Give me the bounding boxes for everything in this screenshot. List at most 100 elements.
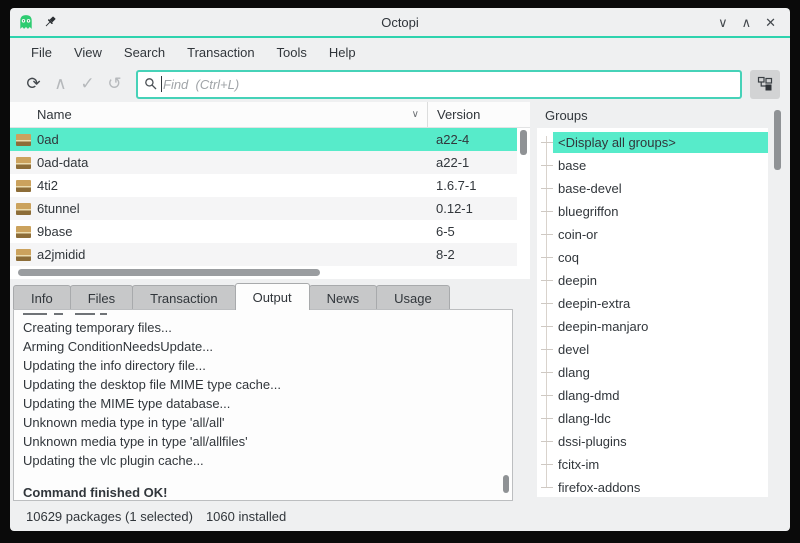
package-table: Name ∨ Version 0ad a22-4 0ad-data a22-1 … [10,102,530,279]
package-name: 0ad-data [37,155,89,170]
menu-help[interactable]: Help [318,41,367,64]
tab-news[interactable]: News [308,285,378,310]
output-line: Unknown media type in type 'all/allfiles… [23,434,248,449]
groups-vertical-scrollbar-thumb[interactable] [774,110,781,170]
output-pane[interactable]: Creating temporary files... Arming Condi… [13,309,513,501]
menubar: File View Search Transaction Tools Help [10,38,790,66]
list-item[interactable]: fcitx-im [537,453,768,476]
output-vertical-scrollbar-thumb[interactable] [503,475,509,493]
output-line: Unknown media type in type 'all/all' [23,415,225,430]
minimize-icon[interactable]: ∨ [718,16,728,29]
package-name: 4ti2 [37,178,58,193]
group-label: bluegriffon [558,204,619,219]
output-blank-line [23,470,503,483]
tree-branch-icon [541,372,553,373]
tab-output[interactable]: Output [234,283,310,310]
tab-files[interactable]: Files [69,285,134,310]
output-line: Arming ConditionNeedsUpdate... [23,339,214,354]
menu-search[interactable]: Search [113,41,176,64]
list-item[interactable]: <Display all groups> [537,131,768,154]
tree-branch-icon [541,395,553,396]
table-row[interactable]: 4ti2 1.6.7-1 [10,174,517,197]
panel-splitter[interactable] [530,102,537,501]
output-line: Creating temporary files... [23,320,172,335]
system-upgrade-icon[interactable]: ∧ [47,71,74,98]
screen-background: Octopi ∨ ∧ ✕ File View Search Transactio… [0,0,800,543]
table-row[interactable]: 9base 6-5 [10,220,517,243]
menu-transaction[interactable]: Transaction [176,41,265,64]
groups-panel: Groups <Display all groups> base base-de… [537,102,790,501]
package-icon [10,156,37,169]
group-view-icon [757,76,773,91]
scrollbar-thumb[interactable] [18,269,320,276]
list-item[interactable]: deepin-manjaro [537,315,768,338]
tree-branch-icon [541,257,553,258]
table-row[interactable]: 0ad-data a22-1 [10,151,517,174]
output-line: Updating the vlc plugin cache... [23,453,204,468]
list-item[interactable]: dssi-plugins [537,430,768,453]
package-icon [10,248,37,261]
menu-file[interactable]: File [20,41,63,64]
version-column-label: Version [437,107,481,122]
table-row[interactable]: 6tunnel 0.12-1 [10,197,517,220]
name-column-header[interactable]: Name ∨ [37,102,427,127]
tab-usage[interactable]: Usage [376,285,450,310]
list-item[interactable]: devel [537,338,768,361]
list-item[interactable]: deepin [537,269,768,292]
package-version: a22-1 [436,155,470,170]
tree-branch-icon [541,487,553,488]
list-item[interactable]: dlang-ldc [537,407,768,430]
tree-branch-icon [541,349,553,350]
list-item[interactable]: dlang-dmd [537,384,768,407]
tab-info[interactable]: Info [13,285,71,310]
group-label: <Display all groups> [553,132,768,153]
list-item[interactable]: deepin-extra [537,292,768,315]
tree-branch-icon [541,188,553,189]
search-input[interactable] [163,76,734,92]
group-label: coq [558,250,579,265]
menu-tools[interactable]: Tools [266,41,318,64]
package-table-header: Name ∨ Version [10,102,530,128]
tab-transaction[interactable]: Transaction [132,285,236,310]
group-label: base [558,158,587,173]
table-row[interactable]: a2jmidid 8-2 [10,243,517,266]
list-item[interactable]: base [537,154,768,177]
maximize-icon[interactable]: ∧ [742,16,752,29]
table-vertical-scrollbar-thumb[interactable] [520,130,527,155]
output-final-line: Command finished OK! [23,485,168,500]
octopi-window: Octopi ∨ ∧ ✕ File View Search Transactio… [10,8,790,531]
package-name: 9base [37,224,73,239]
package-version: a22-4 [436,132,470,147]
detail-tabbar: Info Files Transaction Output News Usage [10,279,530,310]
main-area: Name ∨ Version 0ad a22-4 0ad-data a22-1 … [10,102,790,501]
sync-database-icon[interactable]: ⟳ [20,71,47,98]
package-icon [10,225,37,238]
rollback-icon[interactable]: ↺ [101,71,128,98]
package-panel: Name ∨ Version 0ad a22-4 0ad-data a22-1 … [10,102,530,501]
list-item[interactable]: coq [537,246,768,269]
group-label: fcitx-im [558,457,600,472]
list-item[interactable]: coin-or [537,223,768,246]
version-column-header[interactable]: Version [427,102,530,127]
table-horizontal-scrollbar[interactable] [10,266,517,279]
package-version: 6-5 [436,224,455,239]
menu-view[interactable]: View [63,41,113,64]
window-title: Octopi [381,14,419,30]
list-item[interactable]: bluegriffon [537,200,768,223]
window-controls: ∨ ∧ ✕ [718,16,776,29]
table-row[interactable]: 0ad a22-4 [10,128,517,151]
list-item[interactable]: base-devel [537,177,768,200]
list-item[interactable]: firefox-addons [537,476,768,499]
titlebar[interactable]: Octopi ∨ ∧ ✕ [10,8,790,38]
group-label: devel [558,342,590,357]
package-icon [10,179,37,192]
group-label: dlang-dmd [558,388,620,403]
group-view-toggle-button[interactable] [750,69,780,99]
tree-branch-icon [541,142,553,143]
close-icon[interactable]: ✕ [765,16,776,29]
tree-branch-icon [541,418,553,419]
tree-branch-icon [541,326,553,327]
group-label: dlang-ldc [558,411,611,426]
list-item[interactable]: dlang [537,361,768,384]
commit-icon[interactable]: ✓ [74,71,101,98]
